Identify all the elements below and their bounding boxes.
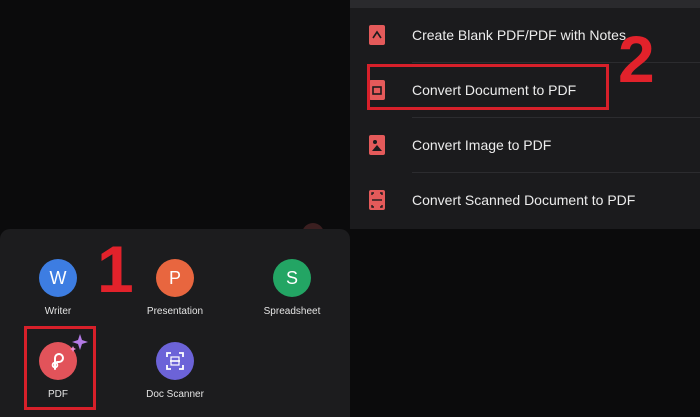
highlight-box-convert-document xyxy=(367,64,609,110)
app-spreadsheet[interactable]: S Spreadsheet xyxy=(242,259,342,317)
image-to-pdf-icon xyxy=(369,135,385,155)
app-label: Writer xyxy=(44,306,72,317)
spreadsheet-icon: S xyxy=(273,259,311,297)
menu-top-bar xyxy=(350,0,700,8)
app-label: Doc Scanner xyxy=(146,389,204,400)
spreadsheet-icon-letter: S xyxy=(285,267,298,288)
menu-item-convert-image[interactable]: Convert Image to PDF xyxy=(350,118,700,172)
highlight-box-pdf xyxy=(24,326,96,410)
presentation-icon: P xyxy=(156,259,194,297)
app-label: Spreadsheet xyxy=(263,306,321,317)
step-2-label: 2 xyxy=(618,22,655,96)
scan-frame-icon xyxy=(166,352,184,370)
presentation-icon-letter: P xyxy=(168,267,181,288)
app-label: Presentation xyxy=(146,306,204,317)
menu-item-convert-scanned[interactable]: Convert Scanned Document to PDF xyxy=(350,173,700,227)
writer-icon-letter: W xyxy=(49,267,67,288)
app-doc-scanner[interactable]: Doc Scanner xyxy=(125,342,225,400)
writer-icon: W xyxy=(39,259,77,297)
menu-item-label: Create Blank PDF/PDF with Notes xyxy=(412,27,626,43)
app-writer[interactable]: W Writer xyxy=(8,259,108,317)
menu-item-label: Convert Image to PDF xyxy=(412,137,552,153)
doc-scanner-icon xyxy=(156,342,194,380)
menu-item-label: Convert Scanned Document to PDF xyxy=(412,192,636,208)
app-presentation[interactable]: P Presentation xyxy=(125,259,225,317)
blank-pdf-icon xyxy=(369,25,385,45)
step-1-label: 1 xyxy=(97,232,134,306)
scan-to-pdf-icon xyxy=(369,190,385,210)
